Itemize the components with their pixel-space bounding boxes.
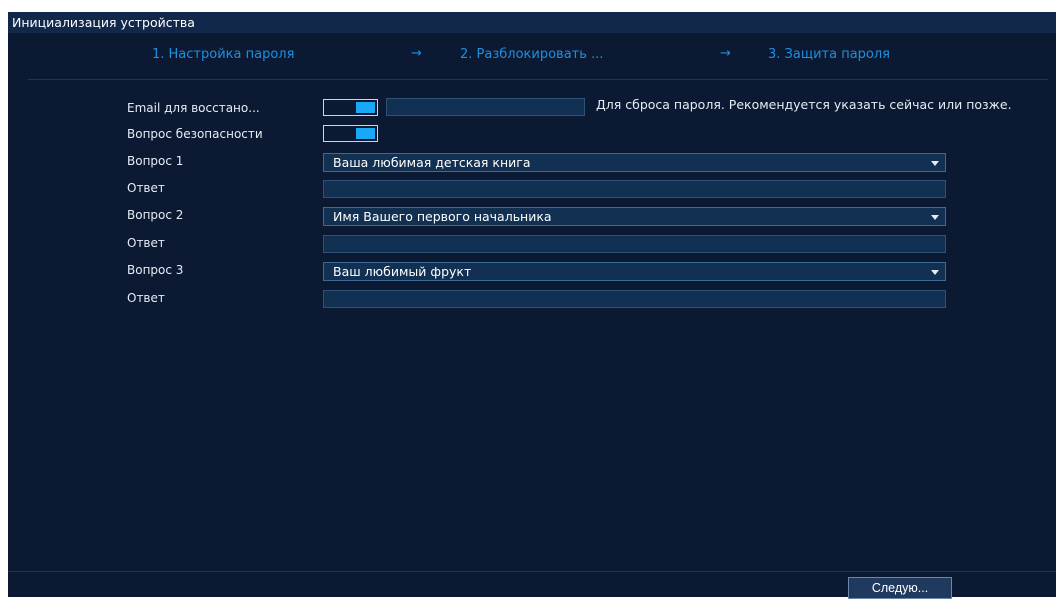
email-label: Email для восстано... — [127, 101, 260, 115]
next-button[interactable]: Следую... — [848, 577, 952, 599]
arrow-right-icon: → — [411, 46, 422, 61]
dropdown-arrow-icon — [931, 270, 939, 275]
question-1-select[interactable]: Ваша любимая детская книга — [323, 153, 946, 172]
answer-2-label: Ответ — [127, 236, 165, 250]
toggle-knob — [356, 102, 375, 113]
question-1-label: Вопрос 1 — [127, 154, 184, 168]
dropdown-arrow-icon — [931, 215, 939, 220]
question-3-value: Ваш любимый фрукт — [333, 264, 472, 279]
email-input[interactable] — [386, 98, 585, 116]
question-1-value: Ваша любимая детская книга — [333, 155, 531, 170]
email-toggle[interactable] — [323, 99, 378, 116]
toggle-knob — [356, 128, 375, 139]
security-question-label: Вопрос безопасности — [127, 127, 263, 141]
window-title: Инициализация устройства — [8, 12, 1056, 33]
dropdown-arrow-icon — [931, 161, 939, 166]
question-3-select[interactable]: Ваш любимый фрукт — [323, 262, 946, 281]
answer-3-input[interactable] — [323, 290, 946, 308]
answer-3-label: Ответ — [127, 291, 165, 305]
question-3-label: Вопрос 3 — [127, 263, 184, 277]
email-hint: Для сброса пароля. Рекомендуется указать… — [596, 97, 1012, 112]
step-password-setup: 1. Настройка пароля — [152, 47, 295, 62]
device-init-window: Инициализация устройства 1. Настройка па… — [8, 12, 1056, 599]
step-password-protection: 3. Защита пароля — [768, 47, 891, 62]
steps-divider — [28, 79, 1048, 80]
answer-2-input[interactable] — [323, 235, 946, 253]
question-2-value: Имя Вашего первого начальника — [333, 209, 552, 224]
security-question-toggle[interactable] — [323, 125, 378, 142]
answer-1-label: Ответ — [127, 181, 165, 195]
arrow-right-icon: → — [720, 46, 731, 61]
step-unlock: 2. Разблокировать ... — [460, 47, 604, 62]
wizard-steps: 1. Настройка пароля → 2. Разблокировать … — [8, 33, 1056, 80]
footer-divider — [8, 571, 1056, 572]
question-2-label: Вопрос 2 — [127, 208, 184, 222]
answer-1-input[interactable] — [323, 180, 946, 198]
question-2-select[interactable]: Имя Вашего первого начальника — [323, 207, 946, 226]
